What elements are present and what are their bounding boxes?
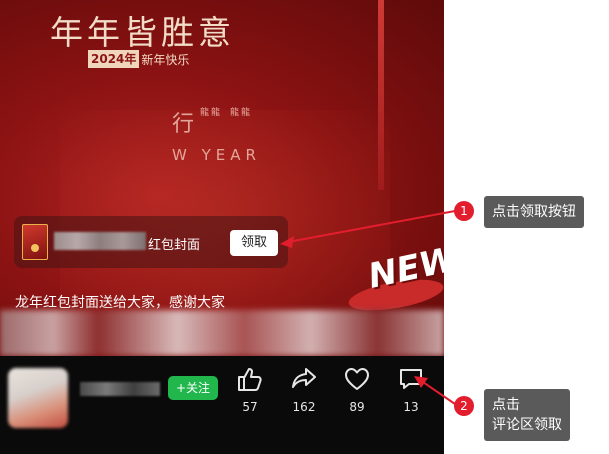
callout-arrowhead [280,236,294,248]
callout-arrowhead [414,376,428,388]
callout-line-2: 评论区领取 [492,417,562,433]
callout-arrow-line [419,379,456,405]
callout-label: 点击 评论区领取 [484,389,570,441]
callout-label: 点击领取按钮 [484,196,584,228]
callout-badge: 1 [454,201,474,221]
callout-badge: 2 [454,396,474,416]
callout-line-1: 点击 [492,397,520,413]
callout-arrow-line [287,210,456,243]
